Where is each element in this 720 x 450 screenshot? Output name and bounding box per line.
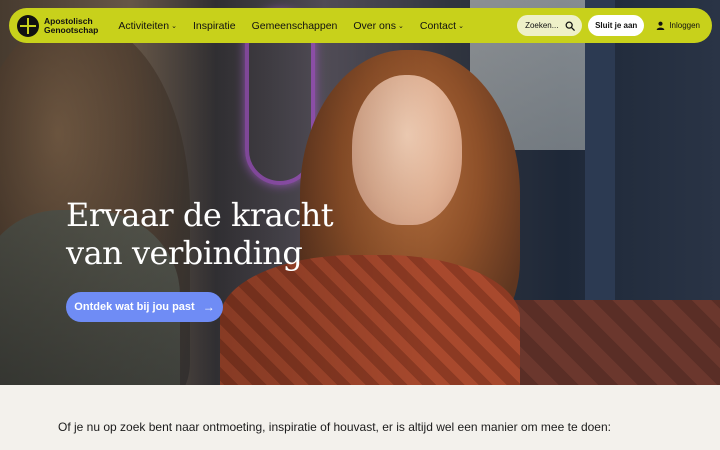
hero-title-line-2: van verbinding [66,234,303,272]
logo-text-line-2: Genootschap [44,24,99,35]
menu-item-label: Activiteiten [118,19,170,32]
join-button[interactable]: Sluit je aan [588,15,645,36]
login-label: Inloggen [669,21,700,30]
nav-actions: Zoeken... Sluit je aan Inloggen [517,15,704,36]
login-button[interactable]: Inloggen [650,21,704,30]
menu-item-label: Gemeenschappen [251,19,338,32]
menu-item-over-ons[interactable]: Over ons ⌄ [345,20,411,32]
search-placeholder: Zoeken... [525,21,559,30]
user-icon [657,21,665,30]
menu-item-gemeenschappen[interactable]: Gemeenschappen [244,20,346,32]
site-logo[interactable]: Apostolisch Genootschap [17,14,99,37]
menu-item-activiteiten[interactable]: Activiteiten ⌄ [110,20,185,32]
main-menu: Activiteiten ⌄ Inspiratie Gemeenschappen… [110,20,472,32]
arrow-right-icon: → [202,300,215,314]
menu-item-label: Over ons [353,19,396,32]
menu-item-contact[interactable]: Contact ⌄ [412,20,472,32]
main-navbar: Apostolisch Genootschap Activiteiten ⌄ I… [9,8,712,43]
hero-section: Ervaar de kracht van verbinding Ontdek w… [0,0,720,385]
discover-button-label: Ontdek wat bij jou past [74,301,195,313]
chevron-down-icon: ⌄ [398,22,404,30]
menu-item-label: Contact [419,19,457,32]
discover-button[interactable]: Ontdek wat bij jou past → [66,292,223,322]
chevron-down-icon: ⌄ [171,22,177,30]
hero-title-line-1: Ervaar de kracht [66,196,334,234]
intro-section: Of je nu op zoek bent naar ontmoeting, i… [0,385,720,450]
hero-title: Ervaar de kracht van verbinding [66,196,334,272]
chevron-down-icon: ⌄ [458,22,464,30]
logo-text: Apostolisch Genootschap [44,16,99,35]
menu-item-inspiratie[interactable]: Inspiratie [185,20,244,32]
search-input[interactable]: Zoeken... [517,15,583,36]
hero-overlay [0,0,720,385]
search-icon [565,21,575,31]
menu-item-label: Inspiratie [192,19,236,32]
cross-logo-icon [17,14,39,37]
intro-text: Of je nu op zoek bent naar ontmoeting, i… [58,420,611,434]
